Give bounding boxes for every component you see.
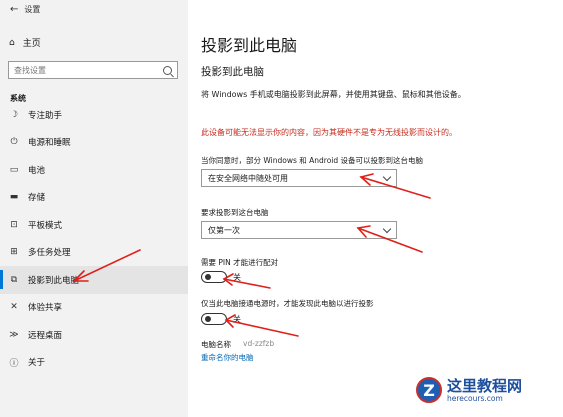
info-icon: ⓘ [9, 358, 19, 369]
ask-value: 仅第一次 [208, 225, 240, 235]
chevron-down-icon [382, 224, 392, 233]
pc-name-label: 电脑名称 [201, 340, 231, 349]
sidebar-item-project-to-pc[interactable]: ⧉ 投影到此电脑 [0, 266, 188, 294]
sidebar-item-tablet-mode[interactable]: ⊡ 平板模式 [0, 211, 188, 239]
home-label: 主页 [22, 39, 41, 49]
watermark-en: herecours.com [447, 393, 503, 403]
availability-dropdown[interactable]: 在安全网络中随处可用 [201, 169, 397, 187]
window-title: 设置 [24, 5, 41, 14]
power-label: 仅当此电脑接通电源时，才能发现此电脑以进行投影 [201, 299, 374, 308]
pc-name-row: 电脑名称 vd-zzfzb [201, 339, 274, 350]
pc-name-value: vd-zzfzb [243, 339, 275, 348]
availability-value: 在安全网络中随处可用 [208, 173, 288, 183]
page-title: 投影到此电脑 [201, 36, 298, 55]
sidebar-item-remote-desktop[interactable]: ≫ 远程桌面 [0, 321, 188, 349]
watermark-logo-icon: Z [416, 377, 442, 403]
sidebar-item-label: 关于 [28, 358, 46, 369]
share-icon: ✕ [10, 302, 18, 313]
tablet-icon: ⊡ [10, 219, 18, 230]
sidebar-item-multitasking[interactable]: ⊞ 多任务处理 [0, 239, 188, 267]
remote-icon: ≫ [9, 329, 19, 340]
pin-toggle[interactable] [201, 271, 227, 283]
home-icon: ⌂ [9, 37, 15, 48]
sidebar-item-about[interactable]: ⓘ 关于 [0, 349, 188, 377]
moon-icon: ☽ [9, 109, 19, 120]
sidebar: ← 设置 ⌂ 主页 系统 ☽ 专注助手 ⏻ 电源和睡眠 ▭ 电池 ▬ 存储 ⊡ … [0, 0, 188, 417]
sidebar-item-focus-assist[interactable]: ☽ 专注助手 [0, 101, 188, 129]
rename-pc-link[interactable]: 重命名你的电脑 [201, 352, 254, 363]
sidebar-item-label: 平板模式 [28, 220, 63, 231]
power-toggle-row: 关 [201, 313, 241, 325]
warning-text: 此设备可能无法显示你的内容，因为其硬件不是专为无线投影而设计的。 [201, 128, 457, 137]
watermark-text: 这里教程网 herecours.com [447, 378, 522, 403]
storage-icon: ▬ [9, 192, 19, 203]
sidebar-item-label: 专注助手 [28, 110, 63, 121]
title-bar: ← 设置 [10, 4, 40, 15]
sidebar-item-storage[interactable]: ▬ 存储 [0, 184, 188, 212]
sidebar-item-power-sleep[interactable]: ⏻ 电源和睡眠 [0, 129, 188, 157]
sidebar-item-label: 多任务处理 [28, 248, 71, 259]
pin-state: 关 [233, 272, 241, 282]
search-input[interactable] [14, 65, 144, 75]
sidebar-item-battery[interactable]: ▭ 电池 [0, 156, 188, 184]
multitask-icon: ⊞ [10, 247, 18, 258]
sidebar-item-label: 电源和睡眠 [28, 138, 71, 149]
power-state: 关 [233, 314, 241, 324]
back-arrow-icon[interactable]: ← [10, 4, 18, 15]
project-icon: ⧉ [10, 274, 18, 285]
sidebar-item-label: 远程桌面 [28, 330, 63, 341]
watermark-cn: 这里教程网 [447, 376, 523, 395]
sidebar-item-label: 体验共享 [28, 303, 63, 314]
power-toggle[interactable] [201, 313, 227, 325]
sidebar-item-label: 电池 [28, 165, 46, 176]
main-content: 投影到此电脑 投影到此电脑 将 Windows 手机或电脑投影到此屏幕，并使用其… [201, 0, 563, 417]
sidebar-item-label: 存储 [28, 193, 46, 204]
pin-toggle-row: 关 [201, 271, 241, 283]
sidebar-item-shared-experiences[interactable]: ✕ 体验共享 [0, 294, 188, 322]
availability-label: 当你同意时，部分 Windows 和 Android 设备可以投影到这台电脑 [201, 156, 424, 165]
section-title: 投影到此电脑 [201, 66, 264, 78]
battery-icon: ▭ [9, 164, 19, 175]
chevron-down-icon [382, 172, 392, 181]
search-box[interactable] [8, 61, 178, 79]
power-icon: ⏻ [10, 137, 18, 148]
watermark: Z 这里教程网 herecours.com [416, 377, 522, 403]
sidebar-nav: ☽ 专注助手 ⏻ 电源和睡眠 ▭ 电池 ▬ 存储 ⊡ 平板模式 ⊞ 多任务处理 … [0, 101, 188, 376]
ask-label: 要求投影到这台电脑 [201, 208, 269, 217]
pin-label: 需要 PIN 才能进行配对 [201, 258, 279, 267]
search-icon [163, 65, 172, 75]
description-text: 将 Windows 手机或电脑投影到此屏幕，并使用其键盘、鼠标和其他设备。 [201, 90, 466, 99]
ask-dropdown[interactable]: 仅第一次 [201, 221, 397, 239]
home-item[interactable]: ⌂ 主页 [9, 36, 41, 50]
sidebar-item-label: 投影到此电脑 [28, 275, 80, 286]
